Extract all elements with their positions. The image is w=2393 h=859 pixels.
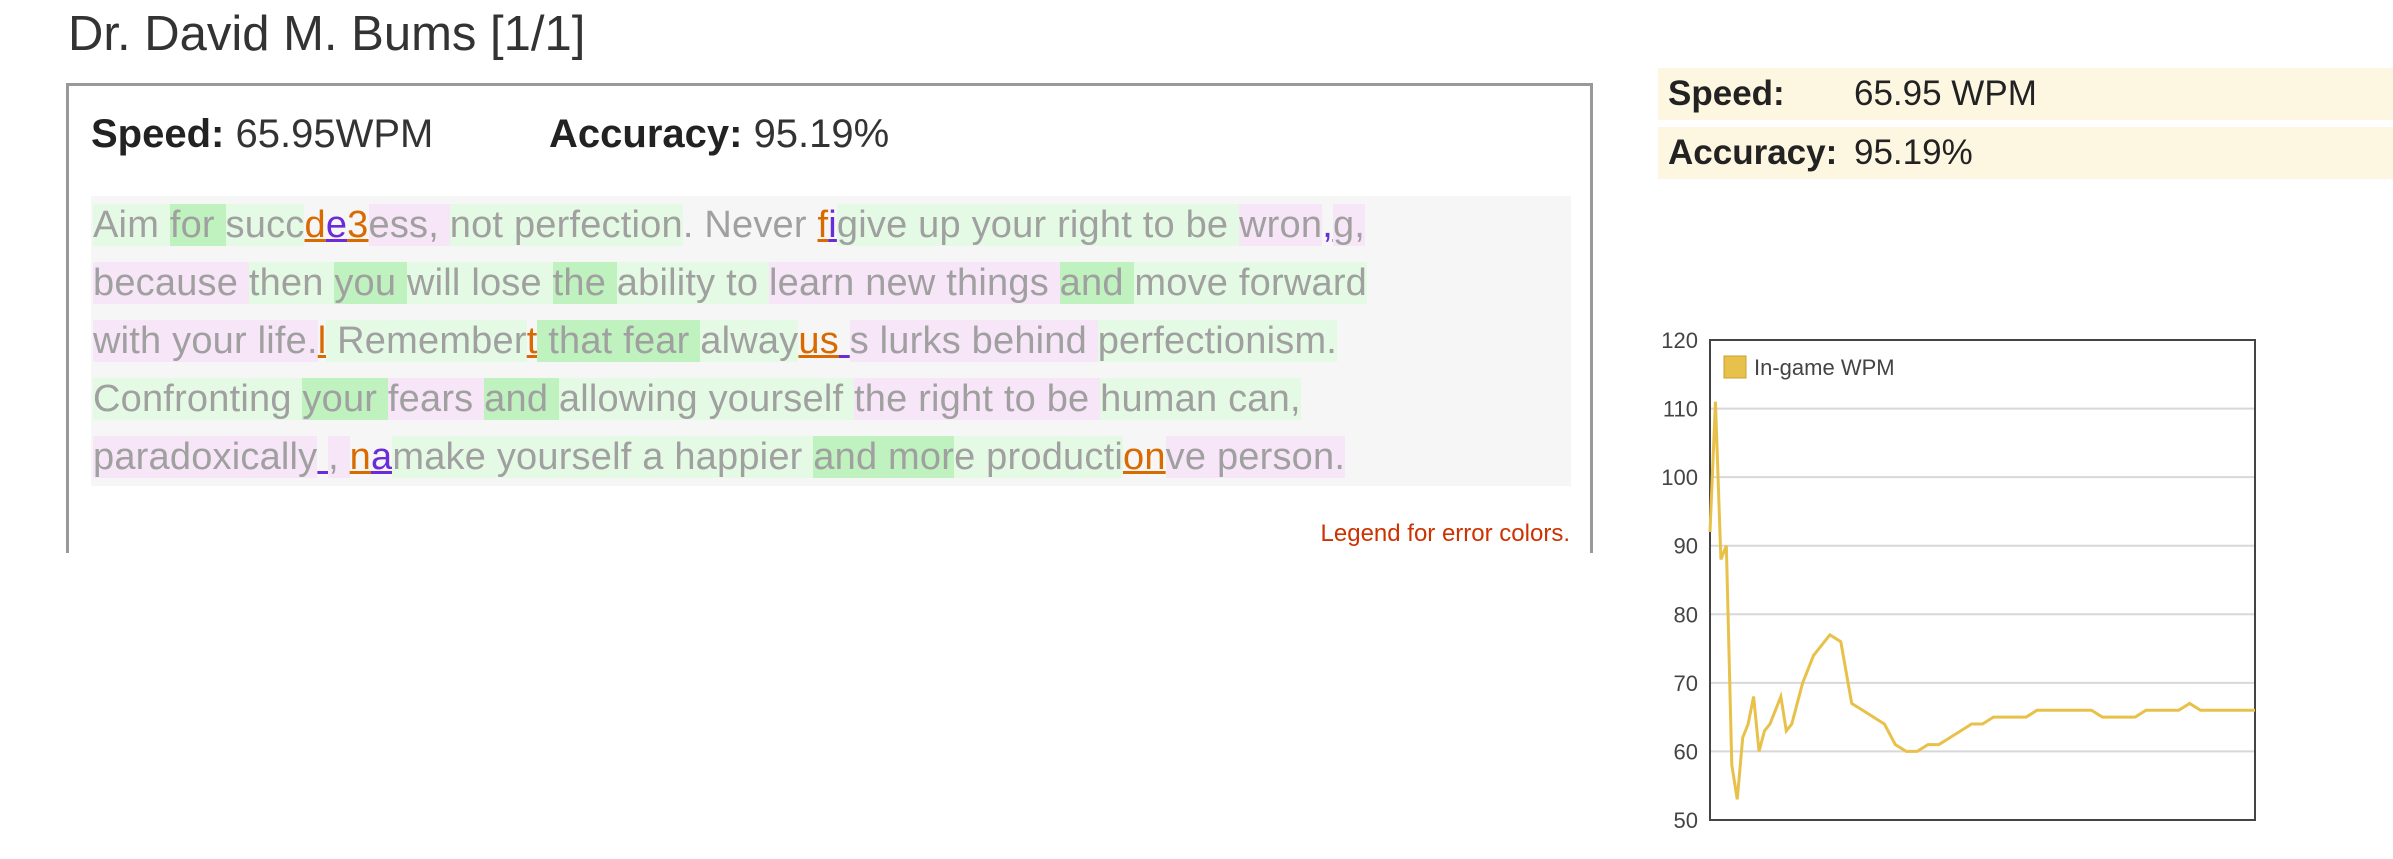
typo-segment: t: [526, 320, 538, 362]
text-segment: then: [248, 262, 335, 304]
typo-segment: d: [304, 204, 326, 246]
text-segment: for: [169, 204, 226, 246]
text-segment: the: [552, 262, 617, 304]
y-tick-label: 60: [1674, 739, 1698, 764]
text-line: Aim for succde3ess, not perfection. Neve…: [93, 196, 1571, 254]
plot-frame: [1709, 339, 2256, 821]
typo-segment: n: [349, 436, 372, 478]
text-segment: the right to be: [854, 378, 1101, 420]
legend-swatch: [1723, 355, 1747, 379]
text-segment: allowing yourself: [558, 378, 854, 420]
text-line: Confronting your fears and allowing your…: [93, 370, 1571, 428]
y-tick-label: 70: [1674, 671, 1698, 696]
text-segment: g,: [1332, 204, 1366, 246]
stats-speed-value: 65.95 WPM: [1854, 74, 2037, 113]
y-tick-label: 100: [1661, 465, 1698, 490]
typo-segment: e: [325, 204, 348, 246]
accuracy-value: 95.19%: [753, 112, 890, 156]
text-segment: ve person.: [1165, 436, 1346, 478]
text-segment: perfection: [513, 204, 683, 246]
typed-text-box: Aim for succde3ess, not perfection. Neve…: [91, 196, 1571, 486]
text-line: with your life.l Remembert that fear alw…: [93, 312, 1571, 370]
text-segment: e producti: [954, 436, 1123, 478]
text-segment: that fear: [537, 320, 701, 362]
typo-segment: us: [798, 320, 839, 362]
y-tick-label: 120: [1661, 328, 1698, 353]
typo-segment: a: [371, 436, 393, 478]
y-tick-label: 50: [1674, 808, 1698, 833]
text-segment: Remember: [326, 320, 527, 362]
text-segment: human can,: [1100, 378, 1301, 420]
text-segment: and: [484, 378, 559, 420]
text-segment: Confronting: [93, 378, 303, 420]
wpm-chart: 50 60 70 80 90 100 110 120 In-game WPM: [1661, 328, 2256, 833]
stats-accuracy-value: 95.19%: [1854, 133, 1973, 172]
text-segment: fears: [387, 378, 485, 420]
text-segment: move forward: [1134, 262, 1368, 304]
results-panel: Speed: 65.95WPM Accuracy: 95.19% Aim for…: [66, 83, 1593, 553]
text-segment: Aim: [93, 204, 170, 246]
speed-stat: Speed: 65.95WPM: [91, 112, 433, 157]
text-segment: ,: [328, 436, 350, 478]
text-segment: not: [449, 204, 514, 246]
text-segment: and mor: [813, 436, 955, 478]
typo-segment: [839, 320, 850, 362]
text-segment: paradoxically: [93, 436, 318, 478]
stats-table: Speed: 65.95 WPM Accuracy: 95.19%: [1658, 68, 2393, 186]
typo-segment: on: [1122, 436, 1166, 478]
y-tick-label: 110: [1663, 397, 1698, 422]
y-tick-label: 80: [1674, 602, 1698, 627]
stats-row-accuracy: Accuracy: 95.19%: [1658, 127, 2393, 179]
speed-value: 65.95WPM: [235, 112, 434, 156]
accuracy-stat: Accuracy: 95.19%: [549, 112, 889, 157]
text-segment: will lose: [407, 262, 553, 304]
text-line: paradoxically , namake yourself a happie…: [93, 428, 1571, 486]
text-segment: your: [302, 378, 388, 420]
text-segment: with your life.: [93, 320, 318, 362]
typo-segment: f: [817, 204, 829, 246]
typo-segment: i: [828, 204, 837, 246]
typo-segment: ,: [1322, 204, 1333, 246]
text-segment: ability to: [616, 262, 769, 304]
text-segment: wron: [1239, 204, 1323, 246]
text-segment: because: [93, 262, 249, 304]
speed-label: Speed:: [91, 112, 225, 156]
page-title: Dr. David M. Bums [1/1]: [68, 7, 586, 61]
text-line: because then you will lose the ability t…: [93, 254, 1571, 312]
accuracy-label: Accuracy:: [549, 112, 743, 156]
stats-row-speed: Speed: 65.95 WPM: [1658, 68, 2393, 120]
text-segment: . Never: [682, 204, 818, 246]
error-legend-link[interactable]: Legend for error colors.: [1321, 520, 1570, 548]
text-segment: learn new things: [768, 262, 1060, 304]
legend-label: In-game WPM: [1754, 355, 1895, 380]
text-segment: s lurks behind: [849, 320, 1098, 362]
text-segment: give up your right to be: [836, 204, 1240, 246]
typo-segment: [317, 436, 328, 478]
typo-segment: 3: [347, 204, 369, 246]
text-segment: perfectionism.: [1097, 320, 1338, 362]
text-segment: and: [1059, 262, 1135, 304]
wpm-series-line: [1708, 401, 2255, 800]
text-segment: make yourself a happier: [392, 436, 814, 478]
text-segment: alway: [700, 320, 799, 362]
text-segment: succ: [225, 204, 305, 246]
y-tick-label: 90: [1674, 534, 1698, 559]
text-segment: ess,: [368, 204, 450, 246]
text-segment: you: [334, 262, 407, 304]
stats-speed-label: Speed:: [1668, 74, 1785, 113]
stats-accuracy-label: Accuracy:: [1668, 133, 1838, 172]
